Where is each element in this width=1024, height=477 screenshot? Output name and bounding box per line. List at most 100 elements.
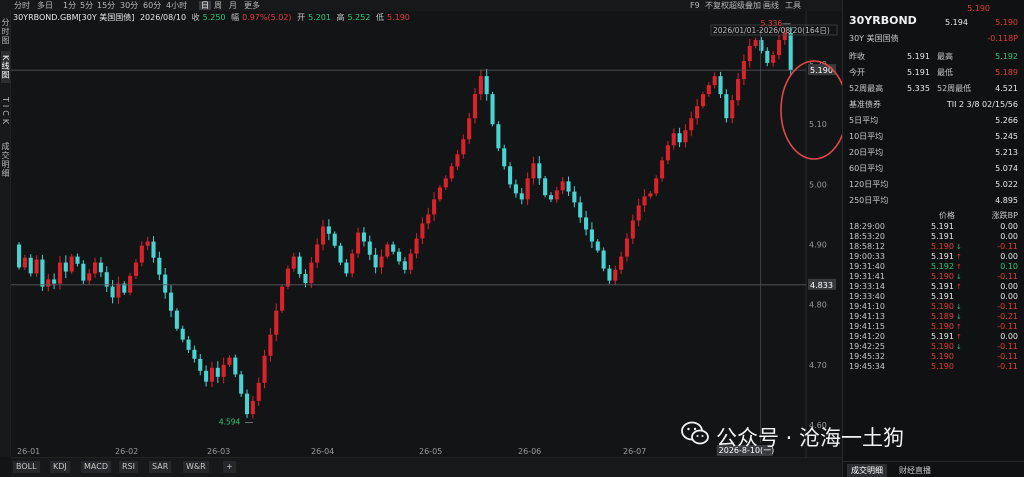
tick-row: 19:45:34 5.190 -0.11 — [849, 362, 1018, 372]
candle-body — [326, 226, 331, 234]
candle — [513, 179, 518, 198]
candle — [163, 267, 168, 299]
candle — [572, 186, 577, 208]
candlestick-chart[interactable]: 5.205.105.004.904.804.704.6026-0126-0226… — [11, 11, 842, 457]
candle-body — [391, 244, 396, 252]
candle-body — [227, 357, 232, 365]
tab-kline[interactable]: K线图 — [1, 51, 10, 83]
candle-body — [250, 400, 255, 415]
candle-body — [776, 40, 782, 56]
tab-intraday[interactable]: 分时图 — [1, 15, 10, 47]
candle — [291, 252, 296, 272]
period-5[interactable]: 30分 — [120, 1, 138, 10]
indicator-tab-2[interactable]: MACD — [81, 461, 112, 473]
candle-body — [420, 223, 425, 239]
tick-direction-icon: ↓ — [956, 303, 962, 311]
candle — [496, 121, 501, 152]
candle — [110, 280, 115, 304]
candle-body — [490, 94, 495, 125]
period-4[interactable]: 15分 — [97, 1, 115, 10]
candle-body — [502, 148, 507, 167]
candle — [578, 196, 583, 223]
candle-body — [449, 166, 454, 179]
tab-tick[interactable]: TICK — [1, 89, 10, 135]
period-7[interactable]: 4小时 — [166, 1, 187, 10]
candle-body — [128, 275, 133, 293]
y-tick-label: 4.70 — [809, 361, 827, 370]
period-6[interactable]: 60分 — [143, 1, 161, 10]
indicator-tab-3[interactable]: RSI — [119, 461, 139, 473]
candle-body — [671, 133, 676, 146]
stat-label: 最低 — [937, 68, 953, 77]
stat-value: 5.192 — [995, 52, 1018, 61]
candle-body — [566, 181, 571, 192]
candle-body — [730, 100, 735, 119]
candle — [81, 260, 86, 284]
indicator-tab-5[interactable]: W&R — [183, 461, 210, 473]
panel-change: -0.118P — [987, 34, 1018, 43]
indicator-tab-6[interactable]: + — [223, 461, 237, 473]
candle — [408, 248, 413, 275]
ask-price: 5.190 — [995, 18, 1018, 27]
candle — [63, 255, 68, 279]
tick-row: 19:41:13 5.189 ↓ -0.21 — [849, 312, 1018, 322]
candle-body — [706, 85, 711, 95]
indicator-tab-1[interactable]: KDJ — [50, 461, 71, 473]
candle — [461, 134, 466, 159]
panel-security-name: 30Y 美国国债 — [849, 34, 899, 43]
toolbar-right-4[interactable]: 工具 — [785, 1, 801, 10]
indicator-tab-0[interactable]: BOLL — [13, 461, 41, 473]
candle-body — [747, 46, 752, 62]
candle-body — [548, 195, 554, 200]
period-8[interactable]: 日 — [199, 1, 211, 10]
candle-body — [198, 358, 203, 371]
period-0[interactable]: 分时 — [14, 1, 30, 10]
candle-body — [274, 310, 279, 335]
candle-body — [537, 163, 542, 179]
candle-body — [75, 256, 80, 264]
panel-tabs: 成交明细 财经直播 — [843, 461, 1024, 477]
tab-trade-details[interactable]: 成交明细 — [847, 464, 887, 477]
tab-trade-detail[interactable]: 成交明细 — [1, 139, 10, 181]
candle-body — [291, 256, 296, 269]
bid-price: 5.194 — [945, 18, 968, 27]
average-value: 5.213 — [995, 148, 1018, 157]
tick-price: 5.191 — [931, 292, 954, 301]
indicator-tab-4[interactable]: SAR — [149, 461, 173, 473]
candle — [490, 91, 495, 127]
candle-body — [98, 262, 103, 273]
period-1[interactable]: 多日 — [37, 1, 53, 10]
candle — [116, 276, 121, 304]
candle — [683, 124, 688, 148]
toolbar-right-1[interactable]: 不复权 — [705, 1, 729, 10]
candle-body — [320, 226, 326, 245]
candle — [695, 98, 700, 125]
tick-change: -0.11 — [997, 322, 1018, 331]
candle-body — [285, 268, 290, 287]
candle — [128, 272, 133, 296]
tick-change: 0.00 — [1000, 252, 1018, 261]
x-tick-label: 26-06 — [518, 447, 541, 456]
stat-value: 4.521 — [995, 84, 1018, 93]
candle-body — [677, 133, 682, 143]
period-11[interactable]: 更多 — [244, 1, 260, 10]
toolbar-right-0[interactable]: F9 — [690, 1, 700, 10]
toolbar-right-2[interactable]: 超级叠加 — [729, 1, 761, 10]
candle — [543, 175, 548, 198]
period-9[interactable]: 周 — [214, 1, 222, 10]
period-2[interactable]: 1分 — [63, 1, 76, 10]
candle-body — [508, 166, 513, 185]
candle — [402, 257, 407, 274]
tick-time: 18:58:12 — [849, 242, 885, 251]
tab-live-news[interactable]: 财经直播 — [895, 464, 935, 477]
period-10[interactable]: 月 — [229, 1, 237, 10]
tick-time: 19:45:34 — [849, 362, 885, 371]
candle-body — [17, 244, 22, 268]
average-row: 10日平均 5.245 — [849, 131, 1018, 143]
toolbar-right-3[interactable]: 画线 — [763, 1, 779, 10]
period-3[interactable]: 5分 — [80, 1, 93, 10]
tick-row: 19:33:14 5.191 ↑ 0.00 — [849, 282, 1018, 292]
candle — [478, 69, 483, 101]
candle-body — [309, 262, 314, 284]
average-row: 60日平均 5.074 — [849, 163, 1018, 175]
